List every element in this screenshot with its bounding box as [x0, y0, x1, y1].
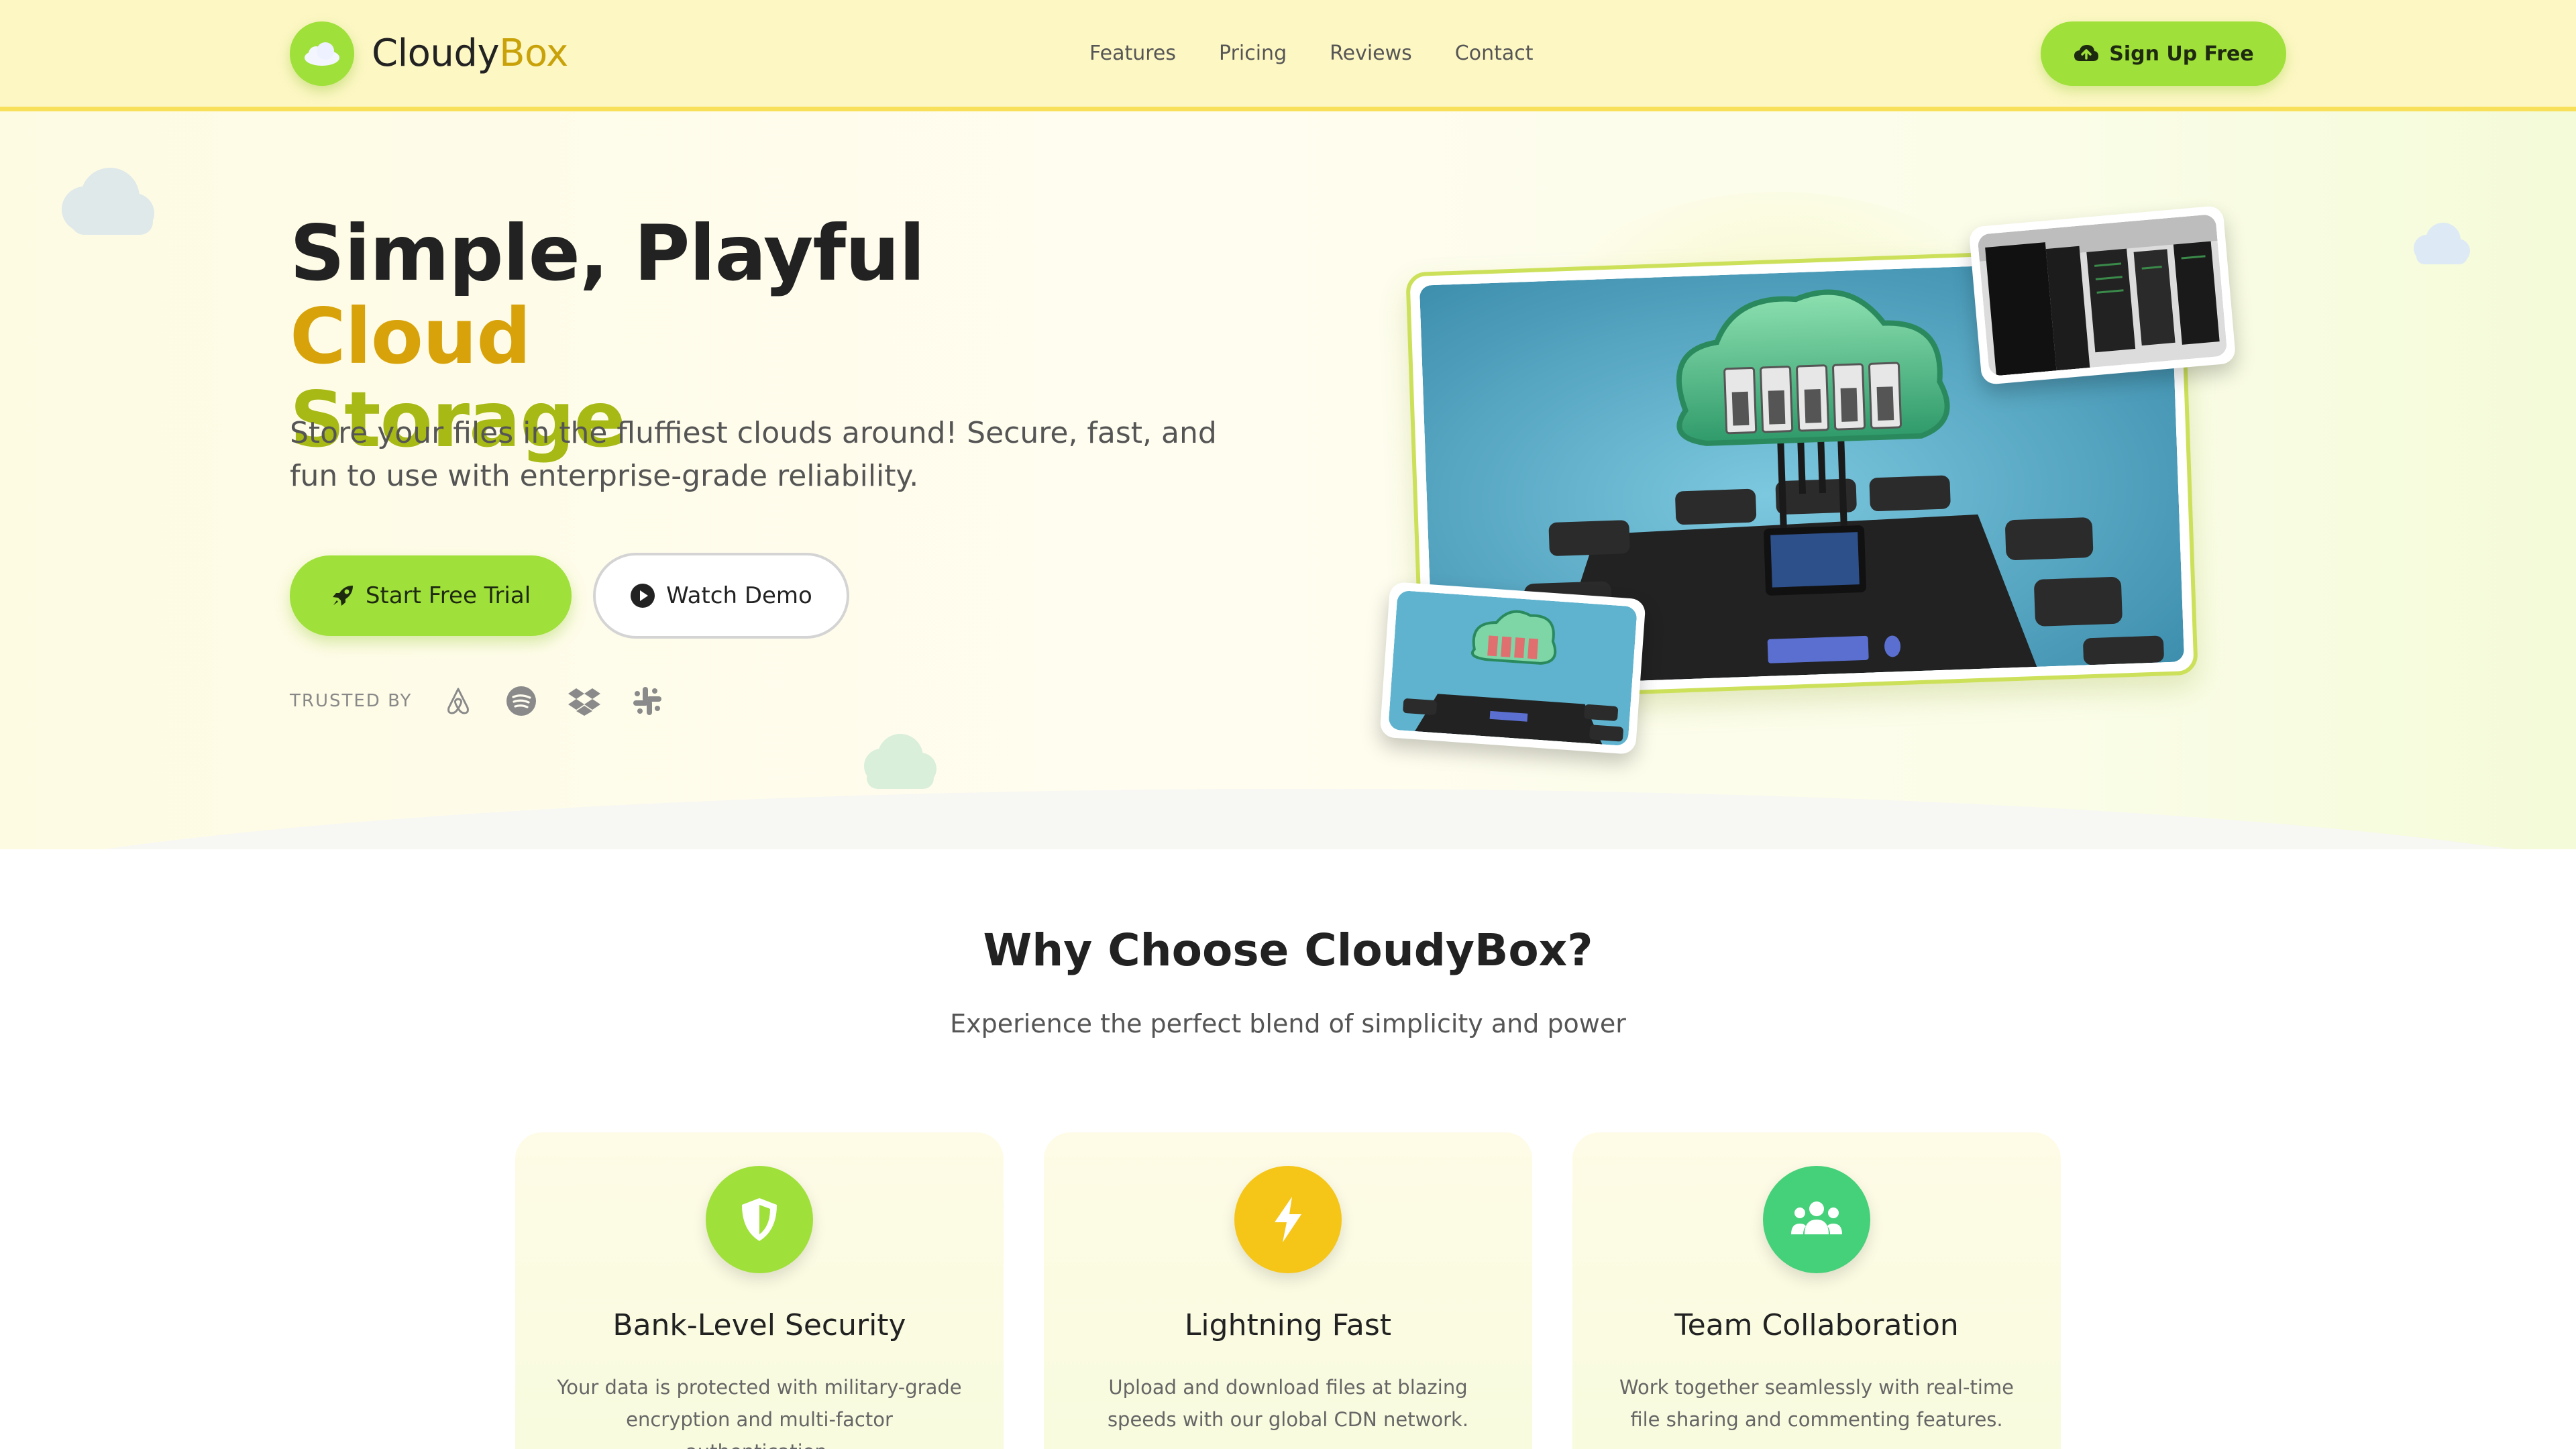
server-room-thumbnail — [1968, 205, 2237, 386]
feature-title: Bank-Level Security — [612, 1308, 906, 1342]
nav-link-pricing[interactable]: Pricing — [1219, 38, 1287, 70]
nav-link-features[interactable]: Features — [1089, 38, 1176, 70]
sign-up-label: Sign Up Free — [2109, 42, 2254, 66]
feature-title: Lightning Fast — [1184, 1308, 1392, 1342]
features-title: Why Choose CloudyBox? — [983, 924, 1593, 976]
brand-logo[interactable]: CloudyBox — [290, 21, 568, 86]
hero-title-line1-dark: Simple, Playful — [290, 209, 925, 298]
trusted-by-row: TRUSTED BY — [290, 684, 694, 718]
rocket-icon — [332, 586, 353, 606]
sign-up-button[interactable]: Sign Up Free — [2041, 21, 2286, 86]
watch-demo-button[interactable]: Watch Demo — [593, 553, 849, 639]
lightning-icon — [1234, 1166, 1342, 1273]
hero-wave-divider — [0, 789, 2576, 849]
decorative-cloud-icon — [62, 168, 154, 235]
feature-title: Team Collaboration — [1674, 1308, 1959, 1342]
hero-title-line1-accent: Cloud — [290, 292, 531, 381]
brand-name-part1: Cloudy — [372, 32, 500, 75]
hero-section: Simple, Playful Cloud Storage Store your… — [0, 111, 2576, 849]
shield-icon — [706, 1166, 813, 1273]
hero-subtitle: Store your files in the fluffiest clouds… — [290, 416, 1217, 493]
feature-description: Upload and download files at blazing spe… — [1107, 1376, 1469, 1431]
nav-link-reviews[interactable]: Reviews — [1330, 38, 1412, 70]
trusted-by-label: TRUSTED BY — [290, 691, 413, 711]
users-icon — [1763, 1166, 1870, 1273]
feature-description: Your data is protected with military-gra… — [557, 1376, 962, 1449]
play-circle-icon — [631, 584, 655, 608]
watch-demo-label: Watch Demo — [666, 582, 812, 609]
feature-card-collaboration: Team Collaboration Work together seamles… — [1572, 1132, 2061, 1449]
cloud-upload-icon — [2074, 45, 2099, 61]
dropbox-icon — [568, 684, 601, 718]
feature-description: Work together seamlessly with real-time … — [1619, 1376, 2014, 1431]
top-navigation: CloudyBox Features Pricing Reviews Conta… — [0, 0, 2576, 111]
slack-icon — [631, 684, 664, 718]
decorative-cloud-icon — [864, 734, 936, 789]
features-subtitle: Experience the perfect blend of simplici… — [950, 1009, 1626, 1038]
cloud-scene-small — [1388, 590, 1638, 747]
start-free-trial-button[interactable]: Start Free Trial — [290, 555, 572, 636]
feature-card-speed: Lightning Fast Upload and download files… — [1044, 1132, 1532, 1449]
server-room-photo — [1977, 213, 2228, 377]
cloud-logo-icon — [290, 21, 354, 86]
nav-link-contact[interactable]: Contact — [1455, 38, 1534, 70]
brand-name-part2: Box — [499, 32, 568, 75]
nav-links: Features Pricing Reviews Contact — [1089, 38, 1576, 70]
brand-name: CloudyBox — [372, 35, 568, 72]
decorative-cloud-icon — [2414, 223, 2470, 264]
cloud-scene-thumbnail — [1379, 581, 1646, 755]
spotify-icon — [504, 684, 538, 718]
airbnb-icon — [441, 684, 475, 718]
feature-card-security: Bank-Level Security Your data is protect… — [515, 1132, 1004, 1449]
start-free-trial-label: Start Free Trial — [365, 582, 531, 609]
